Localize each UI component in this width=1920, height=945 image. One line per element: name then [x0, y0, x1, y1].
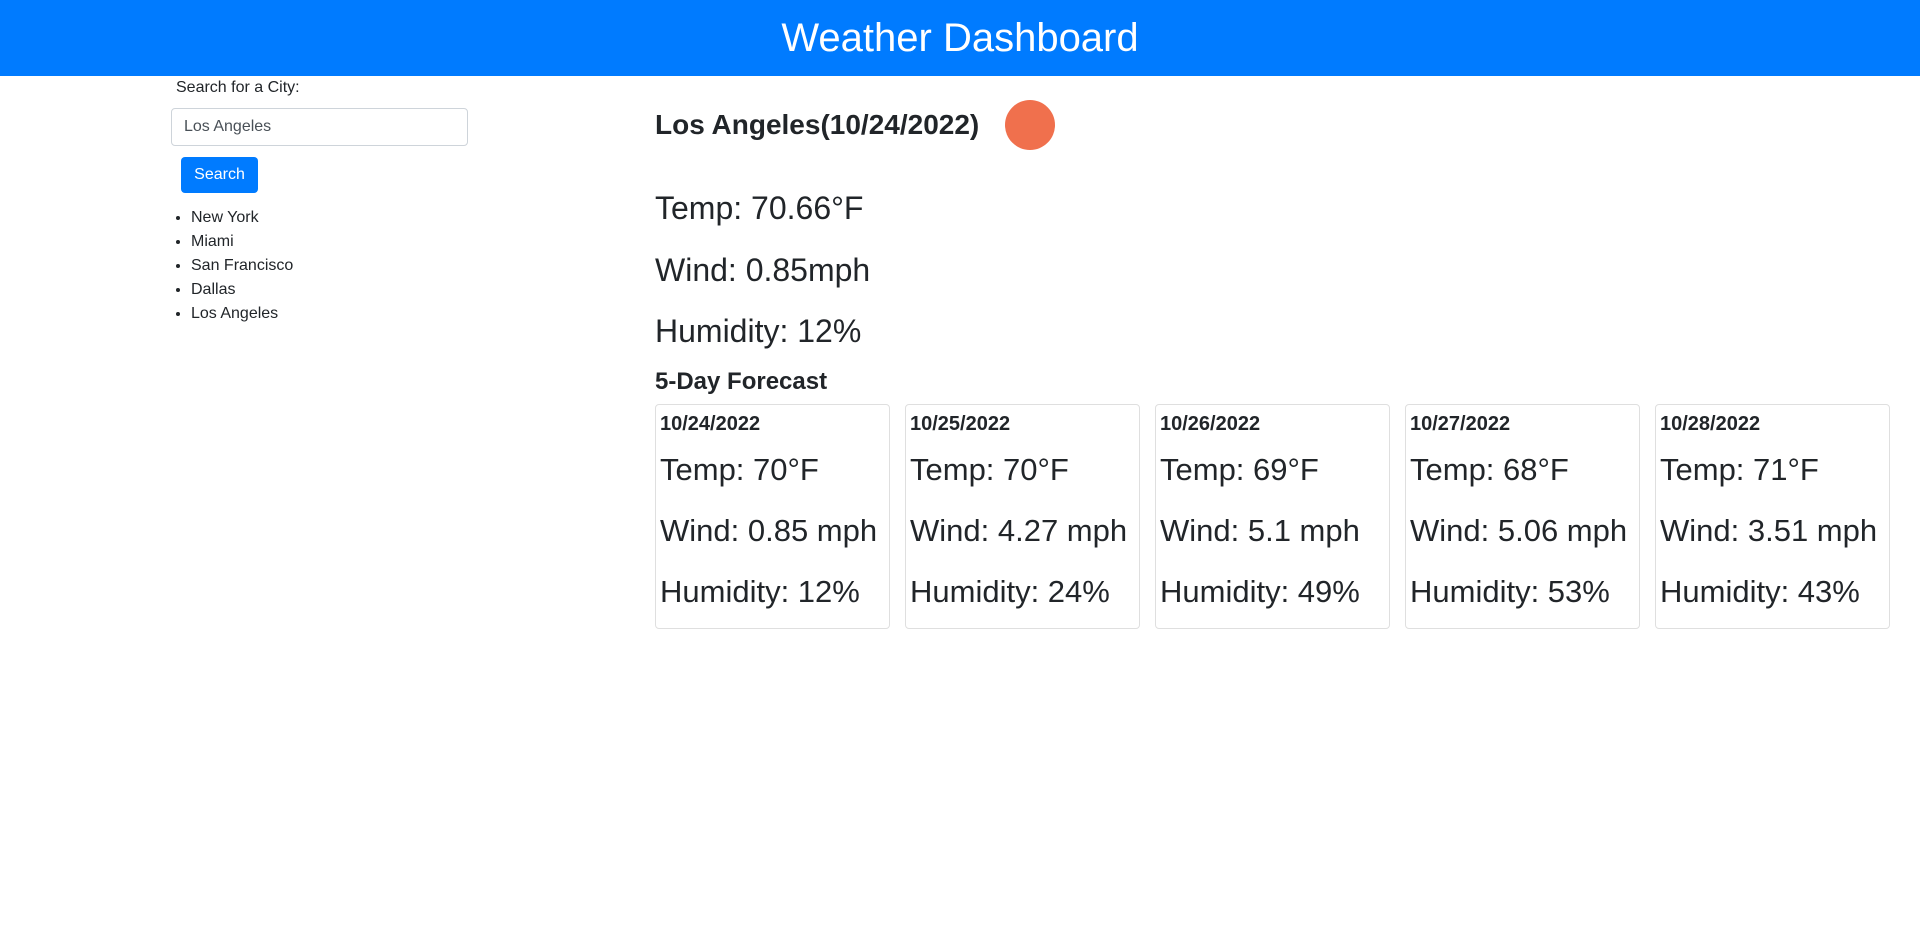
forecast-humidity: Humidity: 53%	[1410, 574, 1610, 609]
city-search-input[interactable]	[171, 108, 468, 146]
forecast-humidity: Humidity: 12%	[660, 574, 860, 609]
search-history-list: New York Miami San Francisco Dallas Los …	[152, 206, 293, 326]
forecast-wind: Wind: 3.51 mph	[1660, 513, 1878, 548]
forecast-temp: Temp: 69°F	[1160, 452, 1319, 487]
search-button[interactable]: Search	[181, 157, 258, 193]
forecast-cards: 10/24/2022 Temp: 70°F Wind: 0.85 mph Hum…	[655, 404, 1891, 629]
forecast-date: 10/26/2022	[1160, 413, 1261, 435]
forecast-date: 10/28/2022	[1660, 413, 1761, 435]
forecast-card: 10/27/2022 Temp: 68°F Wind: 5.06 mph Hum…	[1405, 404, 1640, 629]
history-item-san-francisco[interactable]: San Francisco	[191, 254, 293, 278]
forecast-card: 10/28/2022 Temp: 71°F Wind: 3.51 mph Hum…	[1655, 404, 1890, 629]
history-item-dallas[interactable]: Dallas	[191, 278, 293, 302]
forecast-temp: Temp: 71°F	[1660, 452, 1819, 487]
forecast-card: 10/24/2022 Temp: 70°F Wind: 0.85 mph Hum…	[655, 404, 890, 629]
forecast-temp: Temp: 68°F	[1410, 452, 1569, 487]
forecast-date: 10/24/2022	[660, 413, 761, 435]
history-item-new-york[interactable]: New York	[191, 206, 293, 230]
forecast-wind: Wind: 5.06 mph	[1410, 513, 1628, 548]
current-weather-header: Los Angeles(10/24/2022)	[655, 100, 1056, 150]
forecast-temp: Temp: 70°F	[660, 452, 819, 487]
forecast-wind: Wind: 4.27 mph	[910, 513, 1128, 548]
forecast-humidity: Humidity: 24%	[910, 574, 1110, 609]
forecast-temp: Temp: 70°F	[910, 452, 1069, 487]
forecast-date: 10/27/2022	[1410, 413, 1511, 435]
search-label: Search for a City:	[176, 79, 300, 96]
forecast-card: 10/26/2022 Temp: 69°F Wind: 5.1 mph Humi…	[1155, 404, 1390, 629]
forecast-humidity: Humidity: 49%	[1160, 574, 1360, 609]
page-header: Weather Dashboard	[0, 0, 1920, 76]
current-city-title: Los Angeles(10/24/2022)	[655, 109, 980, 140]
current-humidity: Humidity: 12%	[655, 313, 862, 349]
forecast-card: 10/25/2022 Temp: 70°F Wind: 4.27 mph Hum…	[905, 404, 1140, 629]
weather-condition-icon	[1005, 100, 1056, 150]
page-title: Weather Dashboard	[781, 16, 1139, 60]
current-wind: Wind: 0.85mph	[655, 252, 871, 288]
history-item-miami[interactable]: Miami	[191, 230, 293, 254]
forecast-wind: Wind: 0.85 mph	[660, 513, 878, 548]
history-item-los-angeles[interactable]: Los Angeles	[191, 302, 293, 326]
forecast-wind: Wind: 5.1 mph	[1160, 513, 1360, 548]
current-temp: Temp: 70.66°F	[655, 190, 864, 226]
forecast-humidity: Humidity: 43%	[1660, 574, 1860, 609]
forecast-date: 10/25/2022	[910, 413, 1011, 435]
forecast-heading: 5-Day Forecast	[655, 368, 828, 395]
